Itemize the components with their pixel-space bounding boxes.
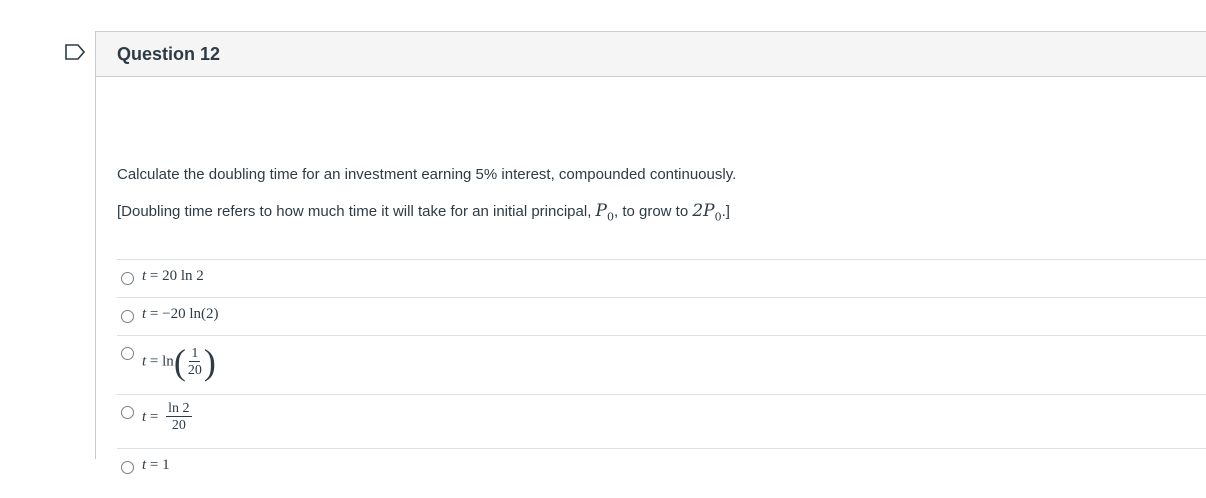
- question-note: [Doubling time refers to how much time i…: [117, 201, 730, 223]
- answer-list: t = 20 ln 2 t = −20 ln(2) t = ln(1 20) t …: [117, 259, 1206, 498]
- answer-option[interactable]: t = 1: [117, 448, 1206, 498]
- answer-option[interactable]: t = 20 ln 2: [117, 259, 1206, 297]
- note-mid: , to grow to: [613, 203, 693, 220]
- radio-button[interactable]: [121, 461, 134, 474]
- note-math-2p0: 2P0: [692, 201, 722, 224]
- answer-label[interactable]: t = ln 2 20: [142, 401, 192, 434]
- answer-label[interactable]: t = −20 ln(2): [142, 306, 219, 323]
- answer-label[interactable]: t = ln(1 20): [142, 344, 216, 380]
- question-card: Question 12 Calculate the doubling time …: [95, 31, 1206, 474]
- radio-button[interactable]: [121, 310, 134, 323]
- answer-label[interactable]: t = 20 ln 2: [142, 268, 204, 285]
- question-header: Question 12: [96, 32, 1206, 77]
- note-suffix: .]: [721, 203, 730, 220]
- note-math-p0: P0: [595, 201, 614, 224]
- answer-label[interactable]: t = 1: [142, 457, 170, 474]
- flag-question-icon[interactable]: [65, 44, 85, 60]
- answer-option[interactable]: t = ln 2 20: [117, 394, 1206, 448]
- radio-button[interactable]: [121, 272, 134, 285]
- question-stem: Calculate the doubling time for an inves…: [117, 166, 737, 183]
- radio-button[interactable]: [121, 347, 134, 360]
- answer-option[interactable]: t = ln(1 20): [117, 335, 1206, 394]
- question-title: Question 12: [117, 44, 221, 64]
- radio-button[interactable]: [121, 406, 134, 419]
- answer-option[interactable]: t = −20 ln(2): [117, 297, 1206, 335]
- note-prefix: [Doubling time refers to how much time i…: [117, 203, 596, 220]
